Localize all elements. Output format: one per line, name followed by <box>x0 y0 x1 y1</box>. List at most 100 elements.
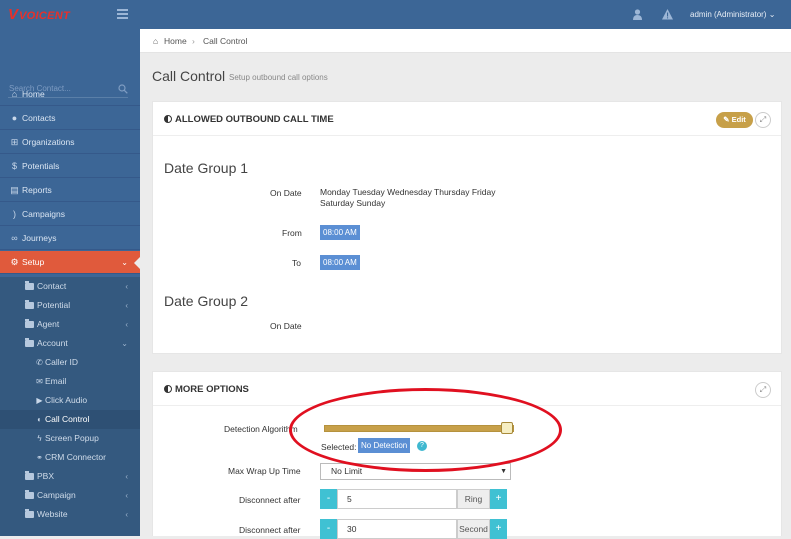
second-unit: Second <box>457 519 490 539</box>
sidebar: Search Contact... ⌂ Home ● Contacts ⊞ Organ… <box>0 29 140 536</box>
sidebar-item-organizations[interactable]: ⊞ Organizations <box>0 131 140 154</box>
ring-unit: Ring <box>457 489 490 509</box>
submenu-email[interactable]: ✉ Email <box>0 372 140 391</box>
folder-icon <box>25 319 34 328</box>
user-icon: ● <box>11 113 18 123</box>
dollar-icon: $ <box>11 161 17 171</box>
sitemap-icon: ⊞ <box>10 137 19 147</box>
chevron-left-icon: ‹ <box>125 301 128 310</box>
gears-icon: ⚙ <box>10 257 19 267</box>
menu-toggle-icon[interactable] <box>117 9 128 19</box>
submenu-call-control[interactable]: ◐ Call Control <box>0 410 140 429</box>
increment-button[interactable]: + <box>490 489 507 509</box>
link-icon: ⚭ <box>36 453 43 462</box>
chevron-left-icon: ‹ <box>125 320 128 329</box>
detection-label: Detection Algorithm <box>224 424 298 434</box>
top-bar: V VOICENT admin (Administrator) ⌄ <box>0 0 791 29</box>
submenu-crm-connector[interactable]: ⚭ CRM Connector <box>0 448 140 467</box>
binoculars-icon: ∞ <box>11 233 18 243</box>
annotation-circle <box>289 388 562 472</box>
sidebar-item-setup[interactable]: ⚙ Setup ⌄ <box>0 251 140 274</box>
logo-text: VOICENT <box>19 10 70 22</box>
envelope-icon: ✉ <box>36 377 43 386</box>
file-icon: ▤ <box>10 185 19 195</box>
submenu-click-audio[interactable]: ▶ Click Audio <box>0 391 140 410</box>
submenu-website[interactable]: Website ‹ <box>0 505 140 524</box>
folder-open-icon <box>25 338 34 347</box>
submenu-campaign[interactable]: Campaign ‹ <box>0 486 140 505</box>
breadcrumb: ⌂ Home › Call Control <box>140 29 791 53</box>
sidebar-item-campaigns[interactable]: ) Campaigns <box>0 203 140 226</box>
increment-button[interactable]: + <box>490 519 507 539</box>
chevron-down-icon: ⌄ <box>121 339 128 348</box>
user-icon[interactable] <box>633 9 642 20</box>
on-date-label-2: On Date <box>270 321 302 331</box>
decrement-button[interactable]: - <box>320 519 337 539</box>
from-time-badge[interactable]: 08:00 AM <box>320 225 360 240</box>
folder-icon <box>25 490 34 499</box>
submenu-screen-popup[interactable]: ϟ Screen Popup <box>0 429 140 448</box>
disconnect-second-input[interactable]: 30 <box>337 519 457 539</box>
expand-icon[interactable]: ⤢ <box>755 382 771 398</box>
chevron-down-icon: ⌄ <box>768 10 776 19</box>
to-label: To <box>292 258 301 268</box>
setup-submenu: Contact ‹ Potential ‹ Agent ‹ Account ⌄ ✆ Cal… <box>0 277 140 536</box>
decrement-button[interactable]: - <box>320 489 337 509</box>
wrap-up-label: Max Wrap Up Time <box>228 466 301 476</box>
chevron-left-icon: ‹ <box>125 510 128 519</box>
home-icon: ⌂ <box>153 36 159 46</box>
edit-button[interactable]: ✎ Edit <box>716 112 753 128</box>
disconnect-ring-stepper: - 5 Ring + <box>320 489 508 509</box>
page-title: Call Control <box>152 68 226 84</box>
date-group-1-title: Date Group 1 <box>164 160 249 176</box>
rss-icon: ) <box>13 209 16 219</box>
panel-header: ALLOWED OUTBOUND CALL TIME ✎ Edit ⤢ <box>153 102 781 136</box>
submenu-pbx[interactable]: PBX ‹ <box>0 467 140 486</box>
from-label: From <box>282 228 302 238</box>
submenu-caller-id[interactable]: ✆ Caller ID <box>0 353 140 372</box>
adjust-icon: ◐ <box>37 415 42 424</box>
breadcrumb-separator: › <box>192 36 195 46</box>
chevron-left-icon: ‹ <box>125 472 128 481</box>
warning-icon[interactable] <box>662 9 673 20</box>
expand-icon[interactable]: ⤢ <box>755 112 771 128</box>
disconnect-ring-label: Disconnect after <box>239 495 301 505</box>
chevron-left-icon: ‹ <box>125 491 128 500</box>
submenu-account[interactable]: Account ⌄ <box>0 334 140 353</box>
adjust-icon <box>164 385 172 393</box>
sidebar-item-contacts[interactable]: ● Contacts <box>0 107 140 130</box>
breadcrumb-current: Call Control <box>203 36 248 46</box>
on-date-value: Monday Tuesday Wednesday Thursday Friday… <box>320 187 496 208</box>
logo[interactable]: V VOICENT <box>8 7 70 23</box>
adjust-icon <box>164 115 172 123</box>
to-time-badge[interactable]: 08:00 AM <box>320 255 360 270</box>
submenu-contact[interactable]: Contact ‹ <box>0 277 140 296</box>
folder-icon <box>25 471 34 480</box>
edit-icon: ✎ <box>723 115 730 124</box>
home-icon: ⌂ <box>11 89 18 99</box>
phone-icon: ✆ <box>36 358 43 367</box>
folder-icon <box>25 509 34 518</box>
chevron-left-icon: ‹ <box>125 282 128 291</box>
panel-title: MORE OPTIONS <box>175 384 249 395</box>
submenu-potential[interactable]: Potential ‹ <box>0 296 140 315</box>
folder-icon <box>25 300 34 309</box>
sidebar-item-reports[interactable]: ▤ Reports <box>0 179 140 202</box>
sidebar-item-home[interactable]: ⌂ Home <box>0 83 140 106</box>
date-group-2-title: Date Group 2 <box>164 293 249 309</box>
breadcrumb-home[interactable]: Home <box>164 29 187 53</box>
user-menu[interactable]: admin (Administrator) ⌄ <box>690 10 775 19</box>
bolt-icon: ϟ <box>37 434 42 443</box>
sidebar-item-journeys[interactable]: ∞ Journeys <box>0 227 140 250</box>
on-date-label: On Date <box>270 188 302 198</box>
disconnect-ring-input[interactable]: 5 <box>337 489 457 509</box>
user-name: admin (Administrator) <box>690 10 767 19</box>
folder-icon <box>25 281 34 290</box>
panel-title: ALLOWED OUTBOUND CALL TIME <box>175 114 334 125</box>
chevron-down-icon: ⌄ <box>121 258 128 267</box>
sidebar-item-potentials[interactable]: $ Potentials <box>0 155 140 178</box>
submenu-agent[interactable]: Agent ‹ <box>0 315 140 334</box>
disconnect-second-stepper: - 30 Second + <box>320 519 508 539</box>
disconnect-second-label: Disconnect after <box>239 525 301 535</box>
page-subtitle: Setup outbound call options <box>229 73 328 82</box>
